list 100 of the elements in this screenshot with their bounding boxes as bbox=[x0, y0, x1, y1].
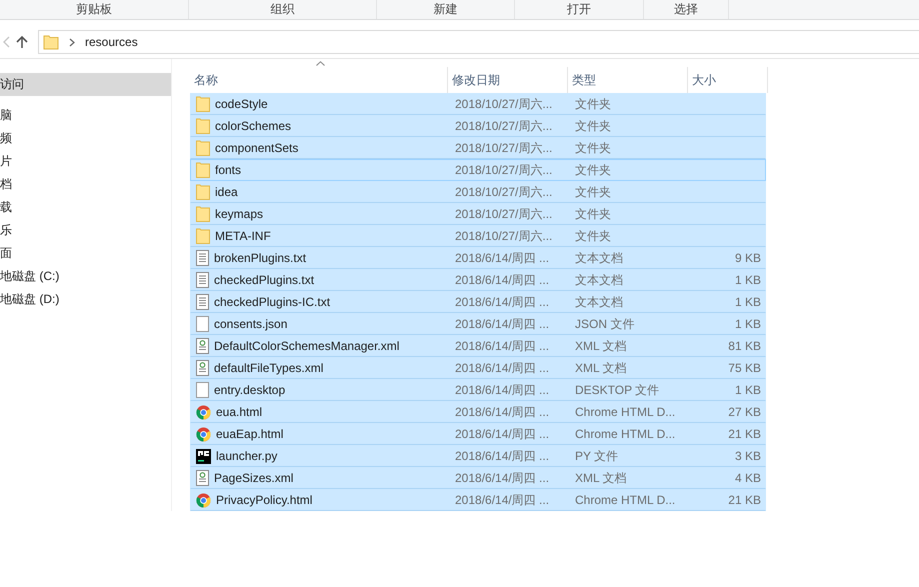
file-name: PrivacyPolicy.html bbox=[216, 493, 312, 507]
file-name: DefaultColorSchemesManager.xml bbox=[214, 339, 400, 353]
file-row[interactable]: entry.desktop 2018/6/14/周四 ... DESKTOP 文件 1 KB bbox=[190, 379, 766, 401]
address-bar[interactable]: resources bbox=[38, 30, 919, 54]
modified-date: 2018/6/14/周四 ... bbox=[455, 294, 550, 310]
file-name: defaultFileTypes.xml bbox=[214, 361, 324, 375]
file-size: 21 KB bbox=[728, 427, 761, 441]
file-size: 9 KB bbox=[734, 251, 761, 265]
file-row[interactable]: launcher.py 2018/6/14/周四 ... PY 文件 3 KB bbox=[190, 445, 766, 467]
file-size: 21 KB bbox=[728, 493, 761, 507]
file-type: 文件夹 bbox=[575, 228, 611, 244]
modified-date: 2018/10/27/周六... bbox=[455, 118, 552, 134]
nav-item[interactable]: 访问 bbox=[0, 73, 171, 96]
browser-icon bbox=[196, 492, 211, 508]
modified-date: 2018/10/27/周六... bbox=[455, 206, 552, 222]
browser-icon bbox=[196, 426, 211, 442]
file-row[interactable]: idea 2018/10/27/周六... 文件夹 bbox=[190, 181, 766, 203]
text-file-icon bbox=[196, 294, 209, 310]
file-type: 文本文档 bbox=[575, 294, 623, 310]
nav-item[interactable]: 频 bbox=[0, 127, 171, 150]
xml-file-icon bbox=[196, 360, 209, 376]
file-type: 文件夹 bbox=[575, 206, 611, 222]
file-type: Chrome HTML D... bbox=[575, 405, 676, 419]
file-name: codeStyle bbox=[215, 97, 268, 111]
nav-item[interactable]: 地磁盘 (C:) bbox=[0, 265, 171, 288]
ribbon-group-label: 选择 bbox=[674, 1, 698, 18]
file-row[interactable]: eua.html 2018/6/14/周四 ... Chrome HTML D... 27 KB bbox=[190, 401, 766, 423]
file-row[interactable]: DefaultColorSchemesManager.xml 2018/6/14/周四 ... XML 文档 81 KB bbox=[190, 335, 766, 357]
file-row[interactable]: componentSets 2018/10/27/周六... 文件夹 bbox=[190, 137, 766, 159]
file-name: componentSets bbox=[215, 141, 298, 155]
modified-date: 2018/6/14/周四 ... bbox=[455, 470, 550, 486]
text-file-icon bbox=[196, 272, 209, 288]
file-row[interactable]: euaEap.html 2018/6/14/周四 ... Chrome HTML D... 21 KB bbox=[190, 423, 766, 445]
modified-date: 2018/6/14/周四 ... bbox=[455, 338, 550, 354]
file-size: 1 KB bbox=[734, 295, 761, 309]
file-row[interactable]: consents.json 2018/6/14/周四 ... JSON 文件 1 KB bbox=[190, 313, 766, 335]
nav-item[interactable]: 脑 bbox=[0, 104, 171, 127]
xml-file-icon bbox=[196, 470, 209, 486]
file-size: 1 KB bbox=[734, 273, 761, 287]
file-name: colorSchemes bbox=[215, 119, 292, 133]
file-row[interactable]: PageSizes.xml 2018/6/14/周四 ... XML 文档 4 KB bbox=[190, 467, 766, 489]
modified-date: 2018/6/14/周四 ... bbox=[455, 316, 550, 332]
file-name: META-INF bbox=[215, 229, 271, 243]
file-type: Chrome HTML D... bbox=[575, 427, 676, 441]
modified-date: 2018/6/14/周四 ... bbox=[455, 250, 550, 266]
nav-item[interactable]: 片 bbox=[0, 150, 171, 173]
file-name: entry.desktop bbox=[214, 383, 286, 397]
nav-item[interactable]: 乐 bbox=[0, 219, 171, 242]
file-name: PageSizes.xml bbox=[214, 471, 294, 485]
file-name: checkedPlugins-IC.txt bbox=[214, 295, 330, 309]
folder-icon bbox=[196, 140, 210, 156]
file-row[interactable]: defaultFileTypes.xml 2018/6/14/周四 ... XML 文档 75 KB bbox=[190, 357, 766, 379]
modified-date: 2018/10/27/周六... bbox=[455, 184, 552, 200]
file-type: XML 文档 bbox=[575, 338, 627, 354]
file-type: 文件夹 bbox=[575, 140, 611, 156]
file-row[interactable]: checkedPlugins-IC.txt 2018/6/14/周四 ... 文本文档 1 KB bbox=[190, 291, 766, 313]
file-name: consents.json bbox=[214, 317, 288, 331]
file-row[interactable]: keymaps 2018/10/27/周六... 文件夹 bbox=[190, 203, 766, 225]
file-row[interactable]: fonts 2018/10/27/周六... 文件夹 bbox=[190, 159, 766, 181]
file-type: XML 文档 bbox=[575, 470, 627, 486]
file-type: 文件夹 bbox=[575, 162, 611, 178]
file-row[interactable]: checkedPlugins.txt 2018/6/14/周四 ... 文本文档 1 KB bbox=[190, 269, 766, 291]
nav-item[interactable]: 载 bbox=[0, 196, 171, 219]
modified-date: 2018/6/14/周四 ... bbox=[455, 492, 550, 508]
file-size: 3 KB bbox=[734, 449, 761, 463]
file-row[interactable]: brokenPlugins.txt 2018/6/14/周四 ... 文本文档 9 KB bbox=[190, 247, 766, 269]
file-size: 1 KB bbox=[734, 383, 761, 397]
file-type: XML 文档 bbox=[575, 360, 627, 376]
modified-date: 2018/6/14/周四 ... bbox=[455, 382, 550, 398]
folder-icon bbox=[196, 228, 210, 244]
modified-date: 2018/10/27/周六... bbox=[455, 162, 552, 178]
file-name: euaEap.html bbox=[216, 427, 284, 441]
nav-item[interactable]: 地磁盘 (D:) bbox=[0, 288, 171, 311]
blank-file-icon bbox=[196, 316, 209, 332]
file-row[interactable]: PrivacyPolicy.html 2018/6/14/周四 ... Chrome HTML D... 21 KB bbox=[190, 489, 766, 511]
modified-date: 2018/6/14/周四 ... bbox=[455, 360, 550, 376]
file-type: 文件夹 bbox=[575, 118, 611, 134]
file-size: 81 KB bbox=[728, 339, 761, 353]
file-name: keymaps bbox=[215, 207, 264, 221]
file-name: launcher.py bbox=[216, 449, 278, 463]
file-name: eua.html bbox=[216, 405, 262, 419]
file-row[interactable]: colorSchemes 2018/10/27/周六... 文件夹 bbox=[190, 115, 766, 137]
modified-date: 2018/6/14/周四 ... bbox=[455, 272, 550, 288]
file-name: brokenPlugins.txt bbox=[214, 251, 306, 265]
modified-date: 2018/6/14/周四 ... bbox=[455, 448, 550, 464]
file-type: Chrome HTML D... bbox=[575, 493, 676, 507]
file-row[interactable]: META-INF 2018/10/27/周六... 文件夹 bbox=[190, 225, 766, 247]
file-type: 文件夹 bbox=[575, 184, 611, 200]
modified-date: 2018/6/14/周四 ... bbox=[455, 426, 550, 442]
file-type: 文本文档 bbox=[575, 272, 623, 288]
folder-icon bbox=[196, 184, 210, 200]
ribbon-group-label: 新建 bbox=[434, 1, 458, 18]
nav-item[interactable]: 面 bbox=[0, 242, 171, 265]
up-arrow-icon[interactable] bbox=[16, 35, 28, 49]
xml-file-icon bbox=[196, 338, 209, 354]
file-type: DESKTOP 文件 bbox=[575, 382, 660, 398]
nav-item[interactable]: 档 bbox=[0, 173, 171, 196]
modified-date: 2018/6/14/周四 ... bbox=[455, 404, 550, 420]
file-row[interactable]: codeStyle 2018/10/27/周六... 文件夹 bbox=[190, 93, 766, 115]
ide-app-icon bbox=[196, 448, 211, 464]
